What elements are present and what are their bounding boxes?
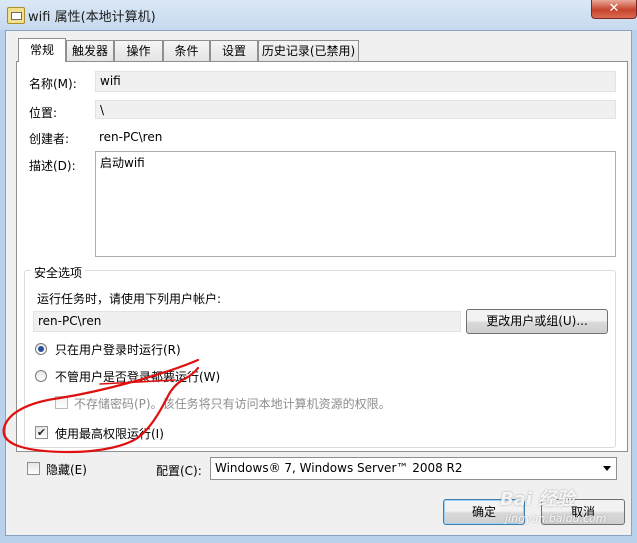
hidden-label[interactable]: 隐藏(E) (46, 461, 87, 478)
location-label: 位置: (29, 106, 58, 120)
task-scheduler-icon (7, 7, 25, 24)
window-title: wifi 属性(本地计算机) (28, 10, 156, 25)
tab-conditions[interactable]: 条件 (163, 40, 210, 61)
tab-general[interactable]: 常规 (18, 38, 66, 62)
highest-privileges-label[interactable]: 使用最高权限运行(I) (55, 425, 164, 442)
baidu-watermark: Bai 经验 (500, 489, 575, 510)
description-field[interactable]: 启动wifi (95, 151, 616, 257)
run-whether-logged-label[interactable]: 不管用户是否登录都要运行(W) (55, 368, 220, 385)
tab-history[interactable]: 历史记录(已禁用) (258, 40, 359, 61)
configure-label: 配置(C): (156, 464, 202, 478)
location-field: \ (95, 100, 616, 119)
no-store-password-checkbox[interactable] (55, 396, 68, 409)
change-user-button[interactable]: 更改用户或组(U)... (466, 309, 608, 334)
tab-triggers[interactable]: 触发器 (66, 40, 114, 61)
author-value: ren-PC\ren (99, 130, 163, 144)
security-options-title: 安全选项 (31, 264, 86, 281)
hidden-checkbox[interactable] (27, 462, 40, 475)
no-store-password-label: 不存储密码(P)。该任务将只有访问本地计算机资源的权限。 (74, 397, 391, 411)
configure-select-value: Windows® 7, Windows Server™ 2008 R2 (215, 461, 463, 475)
tab-settings[interactable]: 设置 (210, 40, 258, 61)
description-label: 描述(D): (29, 159, 76, 173)
highest-privileges-checkbox[interactable]: ✔ (35, 426, 48, 439)
run-only-logged-on-radio[interactable] (35, 343, 47, 355)
name-label: 名称(M): (29, 77, 77, 91)
tab-actions[interactable]: 操作 (114, 40, 163, 61)
run-as-user-field: ren-PC\ren (33, 311, 461, 332)
baidu-watermark-url: jingyan.baidu.com (505, 512, 607, 525)
configure-select[interactable]: Windows® 7, Windows Server™ 2008 R2 (210, 457, 617, 480)
run-as-label: 运行任务时，请使用下列用户帐户: (37, 292, 222, 306)
close-button[interactable]: ✕ (591, 0, 637, 19)
run-only-logged-on-label[interactable]: 只在用户登录时运行(R) (55, 341, 181, 358)
chevron-down-icon (603, 466, 611, 471)
name-field[interactable]: wifi (95, 71, 616, 92)
run-whether-logged-radio[interactable] (35, 370, 47, 382)
author-label: 创建者: (29, 132, 70, 146)
